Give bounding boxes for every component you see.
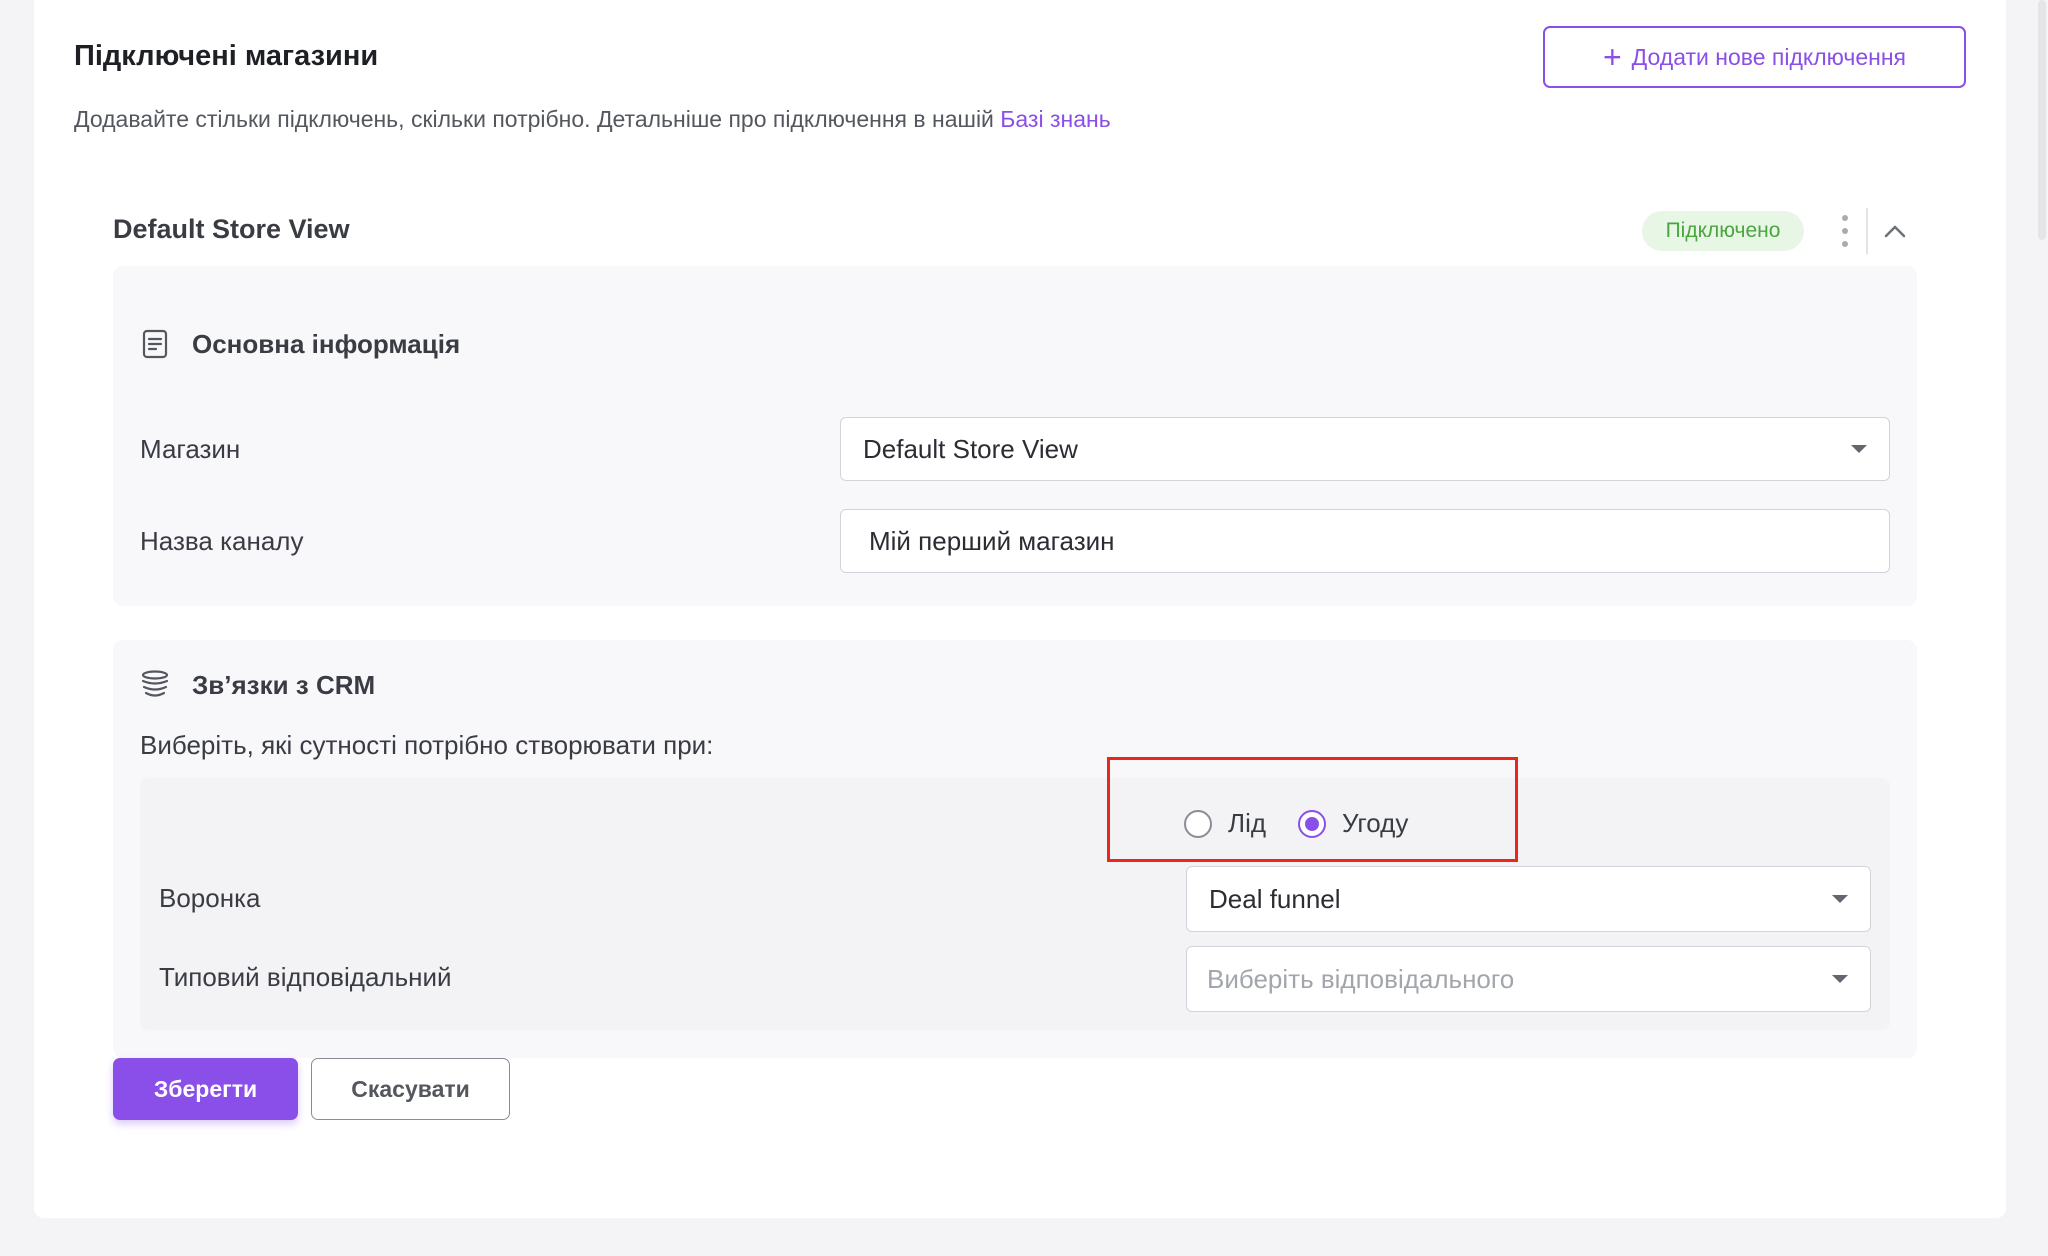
channel-label: Назва каналу — [140, 526, 304, 556]
funnel-select-value: Deal funnel — [1209, 883, 1341, 914]
add-connection-button[interactable]: + Додати нове підключення — [1543, 26, 1966, 88]
store-select-value: Default Store View — [863, 433, 1078, 464]
scrollbar[interactable] — [2036, 0, 2048, 1256]
crm-prompt: Виберіть, які сутності потрібно створюва… — [140, 730, 714, 760]
funnel-select[interactable]: Deal funnel — [1186, 866, 1871, 932]
save-button[interactable]: Зберегти — [113, 1058, 298, 1120]
status-badge: Підключено — [1642, 211, 1804, 251]
responsible-label: Типовий відповідальний — [159, 962, 452, 992]
knowledge-base-link[interactable]: Базі знань — [1000, 106, 1110, 132]
add-connection-label: Додати нове підключення — [1631, 43, 1907, 70]
dropdown-caret-icon — [1832, 975, 1848, 983]
subtitle-text: Додавайте стільки підключень, скільки по… — [74, 106, 1001, 132]
dropdown-caret-icon — [1832, 895, 1848, 903]
divider — [1866, 208, 1868, 254]
plus-icon: + — [1602, 39, 1622, 75]
database-icon — [141, 670, 169, 697]
channel-name-input[interactable]: Мій перший магазин — [840, 509, 1890, 573]
document-icon — [142, 329, 168, 359]
page-subtitle: Додавайте стільки підключень, скільки по… — [74, 106, 1111, 133]
basic-info-title: Основна інформація — [192, 329, 461, 359]
funnel-label: Воронка — [159, 883, 261, 913]
store-label: Магазин — [140, 434, 241, 464]
page-title: Підключені магазини — [74, 40, 379, 72]
cancel-button[interactable]: Скасувати — [311, 1058, 510, 1120]
store-title: Default Store View — [113, 214, 350, 244]
responsible-select[interactable]: Виберіть відповідального — [1186, 946, 1871, 1012]
dropdown-caret-icon — [1851, 445, 1867, 453]
channel-name-value: Мій перший магазин — [869, 525, 1115, 556]
kebab-menu-icon[interactable] — [1836, 212, 1854, 250]
store-select[interactable]: Default Store View — [840, 417, 1890, 481]
highlight-box — [1107, 757, 1518, 862]
chevron-up-icon[interactable] — [1880, 214, 1910, 248]
responsible-select-placeholder: Виберіть відповідального — [1207, 963, 1515, 994]
crm-title: Зв’язки з CRM — [192, 670, 376, 700]
scrollbar-thumb[interactable] — [2038, 0, 2046, 240]
